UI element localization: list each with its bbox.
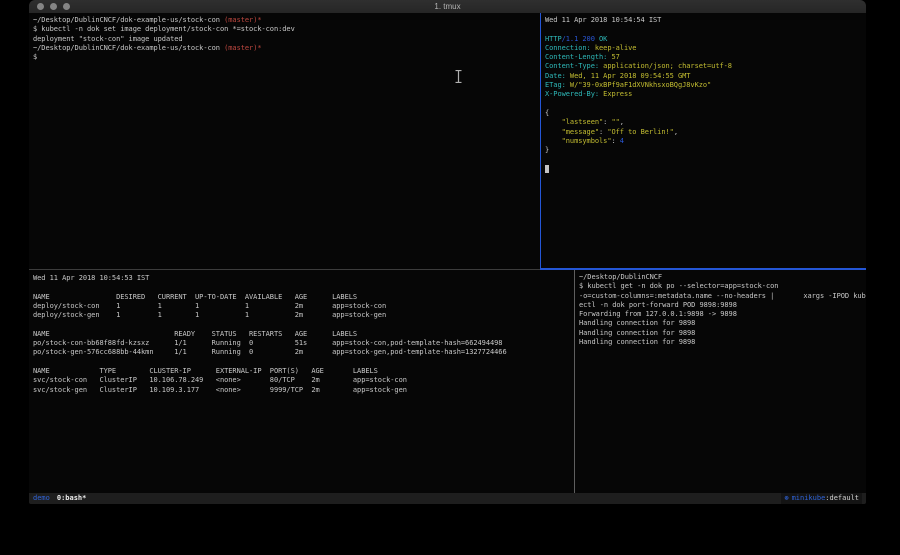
text-ibeam-cursor-icon	[455, 70, 462, 83]
terminal-line: $ kubectl -n dok set image deployment/st…	[33, 25, 539, 34]
terminal-line: Wed 11 Apr 2018 10:54:54 IST	[545, 16, 866, 25]
terminal-line: deployment "stock-con" image updated	[33, 35, 539, 44]
window-titlebar[interactable]: 1. tmux	[29, 0, 866, 13]
tmux-status-bar: demo 0:bash* ⊛ minikube :default	[29, 493, 866, 504]
terminal-line: Wed 11 Apr 2018 10:54:53 IST	[33, 274, 572, 283]
window-tab-bash[interactable]: 0:bash*	[57, 493, 87, 504]
pane-kubectl-get[interactable]: Wed 11 Apr 2018 10:54:53 IST NAME DESIRED…	[29, 270, 572, 493]
pane-divider-vertical-bottom[interactable]	[574, 270, 576, 493]
pane-port-forward[interactable]: ~/Desktop/DublinCNCF$ kubectl get -n dok…	[576, 270, 866, 493]
terminal-line: Handling connection for 9898	[579, 338, 866, 347]
pane-http-response[interactable]: Wed 11 Apr 2018 10:54:54 IST HTTP/1.1 200…	[542, 13, 866, 268]
terminal-line: Content-Length: 57	[545, 53, 866, 62]
pane-divider-vertical-active[interactable]	[540, 13, 542, 269]
window-title: 1. tmux	[29, 0, 866, 13]
terminal-line	[545, 155, 866, 164]
terminal-line: deploy/stock-con 1 1 1 1 2m app=stock-co…	[33, 302, 572, 311]
terminal-line: ~/Desktop/DublinCNCF/dok-example-us/stoc…	[33, 44, 539, 53]
terminal-line	[33, 283, 572, 292]
pane-shell-set-image[interactable]: ~/Desktop/DublinCNCF/dok-example-us/stoc…	[29, 13, 539, 268]
tmux-terminal: ~/Desktop/DublinCNCF/dok-example-us/stoc…	[29, 13, 866, 493]
pane-divider-horizontal-left[interactable]	[29, 269, 540, 271]
terminal-line: ~/Desktop/DublinCNCF/dok-example-us/stoc…	[33, 16, 539, 25]
terminal-line: NAME TYPE CLUSTER-IP EXTERNAL-IP PORT(S)…	[33, 367, 572, 376]
status-right: ⊛ minikube :default	[781, 493, 862, 504]
terminal-line: svc/stock-gen ClusterIP 10.109.3.177 <no…	[33, 386, 572, 395]
terminal-line: po/stock-gen-576cc688bb-44kmn 1/1 Runnin…	[33, 348, 572, 357]
terminal-line: ectl -n dok port-forward POD 9898:9898	[579, 301, 866, 310]
terminal-line: }	[545, 146, 866, 155]
terminal-line: -o=custom-columns=:metadata.name --no-he…	[579, 292, 866, 301]
kube-context: minikube	[792, 493, 826, 504]
kubernetes-icon: ⊛	[784, 493, 788, 504]
terminal-line: ~/Desktop/DublinCNCF	[579, 273, 866, 282]
terminal-line: svc/stock-con ClusterIP 10.106.78.249 <n…	[33, 376, 572, 385]
terminal-line: {	[545, 109, 866, 118]
pane-divider-horizontal-active[interactable]	[540, 268, 866, 270]
terminal-line: "lastseen": "",	[545, 118, 866, 127]
terminal-line: Handling connection for 9898	[579, 319, 866, 328]
terminal-line: $	[33, 53, 539, 62]
terminal-line: Connection: keep-alive	[545, 44, 866, 53]
terminal-line	[33, 358, 572, 367]
terminal-line: HTTP/1.1 200 OK	[545, 35, 866, 44]
terminal-line	[545, 25, 866, 34]
terminal-line: ETag: W/"39-0xBPf9aF1dXVNkhsxoBQgJ8vKzo"	[545, 81, 866, 90]
terminal-line: NAME DESIRED CURRENT UP-TO-DATE AVAILABL…	[33, 293, 572, 302]
terminal-line: "message": "Off to Berlin!",	[545, 128, 866, 137]
kube-namespace: :default	[825, 493, 859, 504]
terminal-window: 1. tmux ~/Desktop/DublinCNCF/dok-example…	[29, 0, 866, 504]
terminal-line	[545, 165, 866, 174]
terminal-line	[545, 100, 866, 109]
terminal-line: X-Powered-By: Express	[545, 90, 866, 99]
session-name: demo	[33, 493, 50, 504]
desktop: 1. tmux ~/Desktop/DublinCNCF/dok-example…	[0, 0, 900, 555]
terminal-line: Handling connection for 9898	[579, 329, 866, 338]
terminal-line: NAME READY STATUS RESTARTS AGE LABELS	[33, 330, 572, 339]
terminal-line: "numsymbols": 4	[545, 137, 866, 146]
terminal-line: Date: Wed, 11 Apr 2018 09:54:55 GMT	[545, 72, 866, 81]
terminal-line: po/stock-con-bb68f88fd-kzsxz 1/1 Running…	[33, 339, 572, 348]
terminal-line	[33, 320, 572, 329]
terminal-line: deploy/stock-gen 1 1 1 1 2m app=stock-ge…	[33, 311, 572, 320]
terminal-line: Forwarding from 127.0.0.1:9898 -> 9898	[579, 310, 866, 319]
terminal-line: $ kubectl get -n dok po --selector=app=s…	[579, 282, 866, 291]
terminal-line: Content-Type: application/json; charset=…	[545, 62, 866, 71]
